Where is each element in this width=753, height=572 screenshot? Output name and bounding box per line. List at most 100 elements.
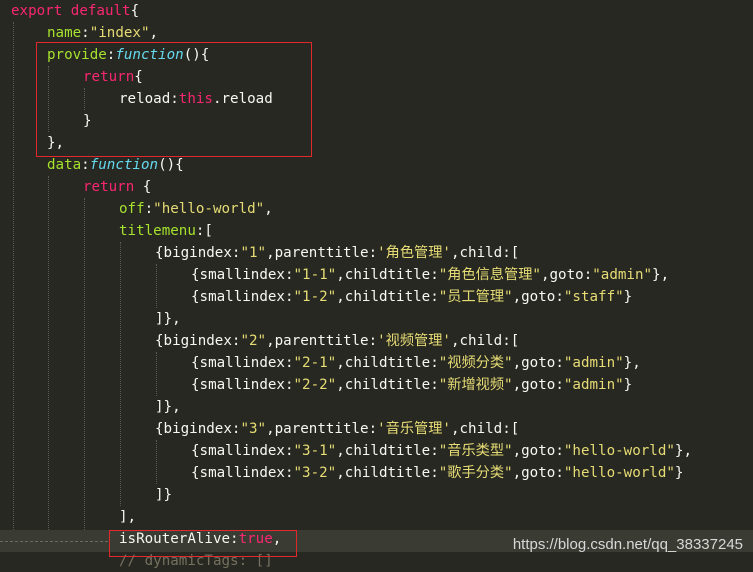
code-token: : (81, 157, 90, 173)
code-token: , (512, 465, 522, 481)
code-token: smallindex (199, 465, 285, 481)
code-token: { (155, 245, 164, 261)
code-token: : (284, 465, 294, 481)
annotation-box-provide (36, 42, 312, 157)
code-token: , (336, 377, 345, 393)
code-token: smallindex (199, 289, 285, 305)
code-token: { (191, 289, 200, 305)
code-token: ]} (155, 487, 173, 503)
code-token: : (284, 443, 294, 459)
code-token: { (191, 443, 200, 459)
code-token: : (284, 355, 294, 371)
code-token: { (155, 333, 164, 349)
code-token: , (512, 377, 522, 393)
code-token: "2-2" (293, 377, 337, 393)
code-token: smallindex (199, 443, 285, 459)
code-line: return { (0, 176, 753, 198)
code-token: "admin" (592, 267, 653, 283)
code-token: smallindex (199, 355, 285, 371)
code-token: "1" (240, 245, 267, 261)
code-token: , (266, 333, 275, 349)
code-line: ]}, (0, 308, 753, 330)
code-line: {smallindex:"3-2",childtitle:"歌手分类",goto… (0, 462, 753, 484)
code-token: : (144, 201, 154, 217)
code-token: "hello-world" (153, 201, 265, 217)
code-token: , (512, 443, 522, 459)
code-token: childtitle (344, 443, 431, 459)
code-token: : (284, 289, 294, 305)
code-token: : (555, 443, 564, 459)
code-token: } (623, 377, 633, 393)
code-token: }, (652, 267, 670, 283)
code-token: } (623, 289, 633, 305)
code-token: : (430, 443, 439, 459)
code-token: { (155, 421, 164, 437)
code-token: child (459, 245, 503, 261)
code-token: data (47, 157, 82, 173)
code-line: {bigindex:"3",parenttitle:'音乐管理',child:[ (0, 418, 753, 440)
code-token: child (459, 333, 503, 349)
code-token: "2" (240, 333, 267, 349)
code-token: "1-1" (293, 267, 337, 283)
code-token: : (368, 333, 378, 349)
code-editor[interactable]: export default{name:"index", provide:func… (0, 0, 753, 569)
code-line: {smallindex:"1-1",childtitle:"角色信息管理",go… (0, 264, 753, 286)
code-token: , (336, 289, 345, 305)
code-line: off:"hello-world", (0, 198, 753, 220)
code-token: : (368, 421, 378, 437)
code-token: "staff" (563, 289, 624, 305)
code-token: ]}, (155, 399, 181, 415)
code-token: : (368, 245, 378, 261)
code-token: : (555, 289, 564, 305)
code-token: : (430, 355, 439, 371)
code-line: {smallindex:"2-2",childtitle:"新增视频",goto… (0, 374, 753, 396)
code-token: off (119, 201, 145, 217)
code-token: : (430, 377, 439, 393)
code-token: , (512, 355, 522, 371)
code-token: "新增视频" (438, 377, 513, 393)
code-token: :[ (502, 421, 520, 437)
code-line: name:"index", (0, 22, 753, 44)
code-token: , (540, 267, 550, 283)
code-line: ]}, (0, 396, 753, 418)
code-token: } (674, 465, 684, 481)
code-token: : (555, 355, 564, 371)
code-token: (){ (158, 157, 184, 173)
code-line: {smallindex:"3-1",childtitle:"音乐类型",goto… (0, 440, 753, 462)
code-token: :[ (502, 333, 520, 349)
code-token: '视频管理' (377, 333, 451, 349)
code-token: , (450, 421, 460, 437)
code-token: childtitle (344, 465, 431, 481)
code-token: parenttitle (274, 333, 369, 349)
code-token: "admin" (563, 377, 624, 393)
code-token: ], (119, 509, 137, 525)
code-token: , (450, 333, 460, 349)
code-token: parenttitle (274, 421, 369, 437)
code-token: "音乐类型" (438, 443, 513, 459)
code-token: ]}, (155, 311, 181, 327)
code-token: :[ (502, 245, 520, 261)
code-token: childtitle (344, 377, 431, 393)
code-token: , (266, 245, 275, 261)
code-token: { (134, 179, 152, 195)
code-token: childtitle (344, 289, 431, 305)
code-token: export default (11, 3, 131, 19)
code-token: : (81, 25, 90, 41)
code-line: data:function(){ (0, 154, 753, 176)
code-token: "3-2" (293, 465, 337, 481)
code-token: goto (549, 267, 584, 283)
code-token: smallindex (199, 377, 285, 393)
code-token: "hello-world" (563, 443, 675, 459)
code-token: "2-1" (293, 355, 337, 371)
code-token: : (430, 289, 439, 305)
code-token: : (555, 377, 564, 393)
code-token: { (191, 465, 200, 481)
code-token: "3" (240, 421, 267, 437)
code-line: ], (0, 506, 753, 528)
code-token: smallindex (199, 267, 285, 283)
code-token: : (430, 465, 439, 481)
code-token: return (83, 179, 135, 195)
code-token: "index" (89, 25, 150, 41)
code-token: goto (521, 289, 556, 305)
code-token: , (149, 25, 159, 41)
